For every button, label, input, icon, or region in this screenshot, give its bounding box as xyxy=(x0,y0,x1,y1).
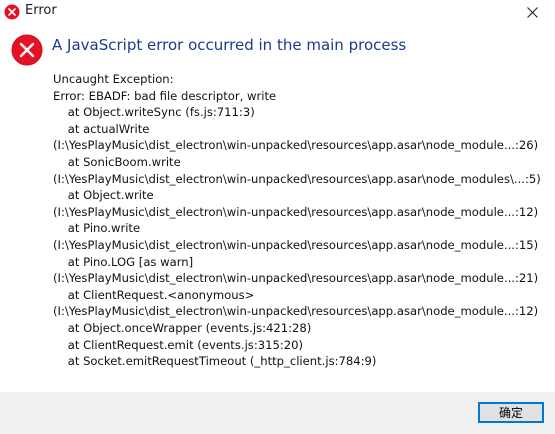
message-line: at ClientRequest.<anonymous> xyxy=(53,287,255,302)
close-button[interactable] xyxy=(509,0,555,24)
message-line: (I:\YesPlayMusic\dist_electron\win-unpac… xyxy=(53,204,539,219)
window-title: Error xyxy=(25,3,57,18)
close-icon xyxy=(526,6,538,18)
error-icon xyxy=(4,4,20,20)
error-message: Uncaught Exception: Error: EBADF: bad fi… xyxy=(53,71,548,370)
error-dialog-window: Error A JavaScript error occurred in the… xyxy=(0,0,555,434)
message-line: (I:\YesPlayMusic\dist_electron\win-unpac… xyxy=(53,138,539,153)
message-line: (I:\YesPlayMusic\dist_electron\win-unpac… xyxy=(53,237,539,252)
message-line: at Object.writeSync (fs.js:711:3) xyxy=(53,105,255,120)
error-icon xyxy=(11,34,43,66)
message-line: (I:\YesPlayMusic\dist_electron\win-unpac… xyxy=(53,271,539,286)
message-line: at Object.write xyxy=(53,188,154,203)
message-line: at SonicBoom.write xyxy=(53,154,181,169)
dialog-footer: 确定 xyxy=(0,392,555,434)
message-line: at Pino.LOG [as warn] xyxy=(53,254,194,269)
message-line: at ClientRequest.emit (events.js:315:20) xyxy=(53,337,304,352)
message-line: at Object.onceWrapper (events.js:421:28) xyxy=(53,320,312,335)
message-line: at actualWrite xyxy=(53,121,150,136)
dialog-heading: A JavaScript error occurred in the main … xyxy=(52,36,407,54)
message-line: (I:\YesPlayMusic\dist_electron\win-unpac… xyxy=(53,171,541,186)
ok-button[interactable]: 确定 xyxy=(478,402,544,423)
message-line: Uncaught Exception: xyxy=(53,72,174,86)
message-line: at Pino.write xyxy=(53,221,141,236)
title-bar[interactable]: Error xyxy=(0,0,555,24)
message-line: Error: EBADF: bad file descriptor, write xyxy=(53,88,277,103)
message-line: at Socket.emitRequestTimeout (_http_clie… xyxy=(53,354,377,369)
message-line: (I:\YesPlayMusic\dist_electron\win-unpac… xyxy=(53,304,539,319)
